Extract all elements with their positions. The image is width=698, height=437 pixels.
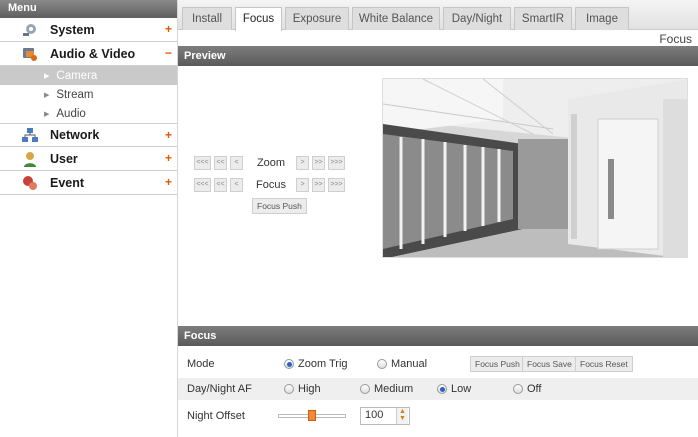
tab-day-night[interactable]: Day/Night [443, 7, 511, 30]
subitem-label: Stream [56, 88, 94, 101]
expand-toggle[interactable]: + [165, 175, 172, 189]
sidebar-item-label: Network [50, 128, 100, 142]
focus-push-button[interactable]: Focus Push [252, 198, 307, 214]
camera-preview-image [382, 78, 688, 258]
sidebar-item-audio-video[interactable]: Audio & Video − [0, 42, 178, 66]
focus-far-medium-button[interactable]: >> [312, 178, 325, 192]
zoom-in-medium-button[interactable]: >> [312, 156, 325, 170]
night-offset-slider-thumb[interactable] [308, 410, 316, 421]
gear-icon [22, 22, 38, 38]
focus-near-slow-button[interactable]: < [230, 178, 243, 192]
caret-right-icon: ▶ [44, 91, 50, 99]
radio-unselected-icon [284, 384, 294, 394]
audio-video-submenu: ▶ Camera ▶ Stream ▶ Audio [0, 66, 178, 123]
radio-selected-icon [437, 384, 447, 394]
sidebar-item-label: System [50, 22, 95, 37]
night-offset-row: Night Offset 100 ▲ ▼ [178, 405, 698, 427]
mode-radio-manual[interactable]: Manual [377, 358, 427, 370]
sidebar-subitem-audio[interactable]: ▶ Audio [0, 104, 178, 123]
af-radio-off[interactable]: Off [513, 383, 541, 395]
caret-right-icon: ▶ [44, 110, 50, 118]
radio-label: Medium [374, 383, 414, 395]
focus-far-slow-button[interactable]: > [296, 178, 309, 192]
preview-header: Preview [178, 46, 698, 66]
hallway-scene [383, 79, 687, 257]
af-radio-high[interactable]: High [284, 383, 321, 395]
subitem-label: Camera [56, 69, 98, 82]
expand-toggle[interactable]: + [165, 22, 172, 36]
page-title: Focus [659, 32, 692, 46]
collapse-toggle[interactable]: − [165, 46, 172, 60]
day-night-af-row: Day/Night AF High Medium Low Off [178, 378, 698, 400]
expand-toggle[interactable]: + [165, 151, 172, 165]
sidebar-subitem-camera[interactable]: ▶ Camera [0, 66, 178, 85]
focus-controls: <<< << < Focus > >> >>> [194, 178, 348, 192]
preview-panel: <<< << < Zoom > >> >>> <<< << < Focus > … [178, 66, 698, 326]
focus-near-fast-button[interactable]: <<< [194, 178, 211, 192]
radio-label: Manual [391, 358, 428, 370]
menu-header: Menu [0, 0, 178, 18]
video-camera-icon [22, 46, 38, 62]
focus-save-button[interactable]: Focus Save [522, 356, 577, 372]
main-content: Install Focus Exposure White Balance Day… [178, 0, 698, 437]
zoom-out-medium-button[interactable]: << [214, 156, 227, 170]
sidebar-item-label: User [50, 151, 78, 166]
zoom-in-fast-button[interactable]: >>> [328, 156, 345, 170]
tab-white-balance[interactable]: White Balance [352, 7, 440, 30]
radio-unselected-icon [360, 384, 370, 394]
sidebar: Menu System + Audio & Video − ▶ Camera ▶… [0, 0, 178, 437]
focus-push-button-2[interactable]: Focus Push [470, 356, 525, 372]
focus-section-header: Focus [178, 326, 698, 346]
network-icon [22, 127, 38, 143]
tab-bar: Install Focus Exposure White Balance Day… [178, 0, 698, 31]
zoom-out-slow-button[interactable]: < [230, 156, 243, 170]
sidebar-item-network[interactable]: Network + [0, 123, 178, 147]
caret-right-icon: ▶ [44, 72, 50, 80]
radio-selected-icon [284, 359, 294, 369]
af-radio-medium[interactable]: Medium [360, 383, 413, 395]
sidebar-item-user[interactable]: User + [0, 147, 178, 171]
focus-reset-button[interactable]: Focus Reset [575, 356, 633, 372]
tab-smartir[interactable]: SmartIR [514, 7, 572, 30]
tab-image[interactable]: Image [575, 7, 629, 30]
night-offset-label: Night Offset [187, 410, 245, 422]
mode-label: Mode [187, 358, 215, 370]
zoom-in-slow-button[interactable]: > [296, 156, 309, 170]
zoom-controls: <<< << < Zoom > >> >>> [194, 156, 348, 170]
focus-near-medium-button[interactable]: << [214, 178, 227, 192]
zoom-label: Zoom [256, 157, 286, 169]
af-radio-low[interactable]: Low [437, 383, 471, 395]
mode-radio-zoom-trig[interactable]: Zoom Trig [284, 358, 348, 370]
user-icon [22, 151, 38, 167]
tab-focus[interactable]: Focus [235, 7, 282, 31]
spinner-arrows-icon[interactable]: ▲ ▼ [396, 408, 408, 424]
subitem-label: Audio [56, 107, 86, 120]
focus-far-fast-button[interactable]: >>> [328, 178, 345, 192]
radio-unselected-icon [513, 384, 523, 394]
zoom-out-fast-button[interactable]: <<< [194, 156, 211, 170]
sidebar-item-label: Audio & Video [50, 46, 136, 61]
event-icon [22, 175, 38, 191]
tab-exposure[interactable]: Exposure [285, 7, 349, 30]
sidebar-item-system[interactable]: System + [0, 18, 178, 42]
radio-label: Low [451, 383, 472, 395]
radio-label: High [298, 383, 321, 395]
focus-label: Focus [256, 179, 286, 191]
sidebar-subitem-stream[interactable]: ▶ Stream [0, 85, 178, 104]
radio-unselected-icon [377, 359, 387, 369]
sidebar-item-label: Event [50, 175, 85, 190]
radio-label: Zoom Trig [298, 358, 348, 370]
day-night-af-label: Day/Night AF [187, 383, 252, 395]
mode-row: Mode Zoom Trig Manual Focus Push Focus S… [178, 353, 698, 375]
radio-label: Off [527, 383, 542, 395]
sidebar-item-event[interactable]: Event + [0, 171, 178, 195]
tab-install[interactable]: Install [182, 7, 232, 30]
expand-toggle[interactable]: + [165, 128, 172, 142]
